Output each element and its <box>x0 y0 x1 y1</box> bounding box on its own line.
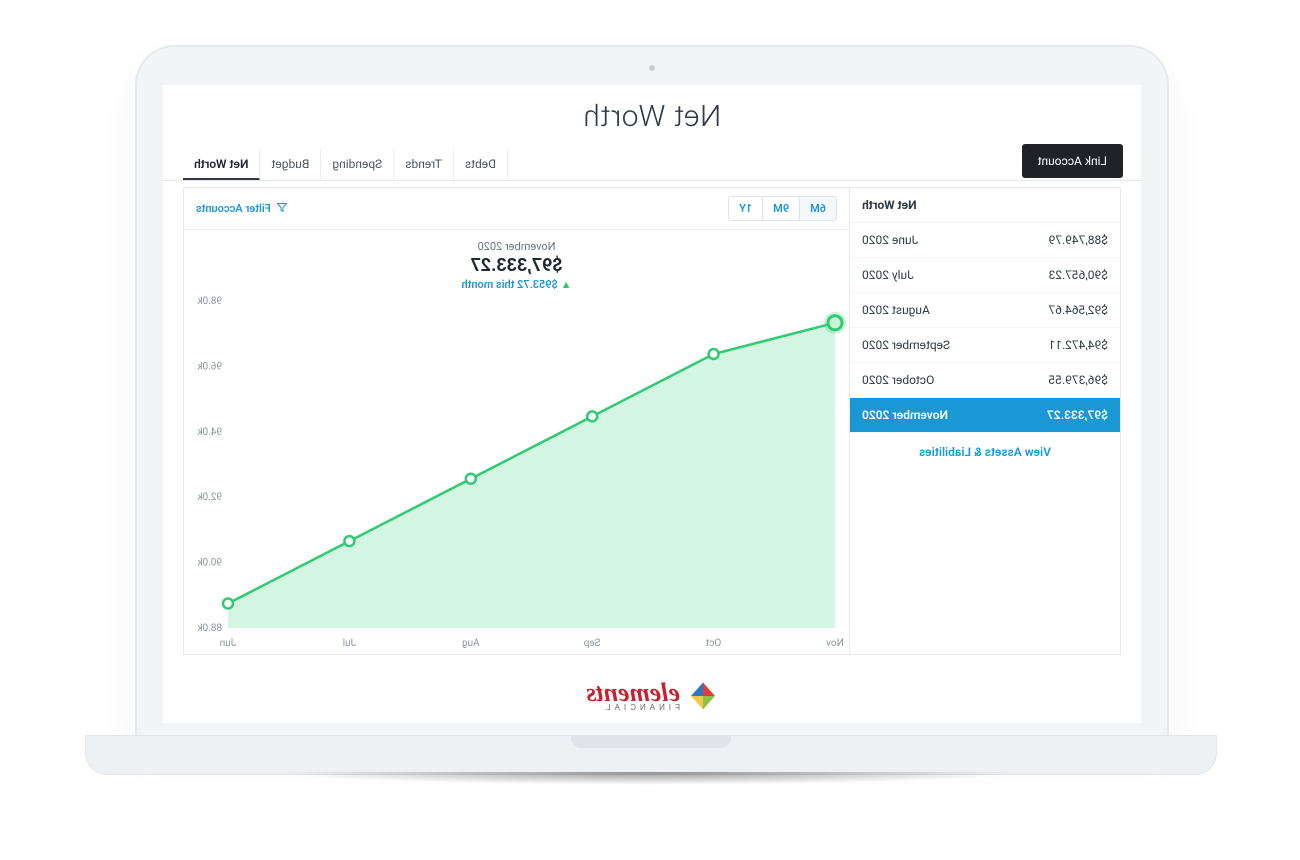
range-selector: 6M9M1Y <box>728 196 837 221</box>
svg-text:98.0k: 98.0k <box>197 296 222 307</box>
tab-budget[interactable]: Budget <box>260 149 321 180</box>
history-header: Net Worth <box>850 188 1120 223</box>
row-value: $92,564.67 <box>1049 303 1108 317</box>
footer-logo: elements FINANCIAL <box>163 669 1141 723</box>
range-9m[interactable]: 9M <box>763 197 800 220</box>
summary-delta-text: $953.72 this month <box>461 278 557 291</box>
chart-panel: 6M9M1Y Filter Accounts November 2020 $97… <box>184 188 849 654</box>
laptop-frame: Net Worth Link Account DebtsTrendsSpendi… <box>135 45 1169 739</box>
svg-text:94.0k: 94.0k <box>197 427 222 438</box>
logo-icon <box>688 681 718 711</box>
filter-icon <box>276 201 288 216</box>
summary-month: November 2020 <box>184 240 849 253</box>
row-label: August 2020 <box>862 303 930 317</box>
history-row[interactable]: $90,657.23 July 2020 <box>850 258 1120 293</box>
filter-accounts-link[interactable]: Filter Accounts <box>196 201 288 216</box>
up-arrow-icon: ▲ <box>561 278 572 291</box>
logo-subtext: FINANCIAL <box>586 704 680 711</box>
logo-text: elements FINANCIAL <box>586 681 680 712</box>
history-row[interactable]: $94,472.11 September 2020 <box>850 328 1120 363</box>
content-body: Net Worth $88,749.79 June 2020 $90,657.23 J… <box>183 187 1121 655</box>
row-label: June 2020 <box>862 233 918 247</box>
logo-brand: elements <box>586 681 680 704</box>
history-panel: Net Worth $88,749.79 June 2020 $90,657.23 J… <box>849 188 1120 654</box>
tab-net-worth[interactable]: Net Worth <box>183 149 260 180</box>
row-value: $90,657.23 <box>1049 268 1108 282</box>
page-title: Net Worth <box>163 85 1141 146</box>
row-value: $96,379.55 <box>1049 373 1108 387</box>
laptop-mockup: Net Worth Link Account DebtsTrendsSpendi… <box>0 0 1300 860</box>
history-row[interactable]: $97,333.27 November 2020 <box>850 398 1120 433</box>
summary-delta: ▲ $953.72 this month <box>184 278 849 291</box>
row-value: $97,333.27 <box>1047 408 1108 422</box>
screen-content: Net Worth Link Account DebtsTrendsSpendi… <box>163 85 1141 723</box>
history-rows: $88,749.79June 2020$90,657.23July 2020$9… <box>850 223 1120 433</box>
row-label: November 2020 <box>862 408 948 422</box>
history-row[interactable]: $96,379.55 October 2020 <box>850 363 1120 398</box>
row-value: $88,749.79 <box>1049 233 1108 247</box>
laptop-shadow <box>120 772 1180 802</box>
row-label: September 2020 <box>862 338 950 352</box>
link-account-button[interactable]: Link Account <box>1022 144 1123 178</box>
camera-dot <box>649 65 655 71</box>
filter-label: Filter Accounts <box>196 202 271 215</box>
view-assets-link[interactable]: View Assets & Liabilities <box>850 433 1120 471</box>
net-worth-chart[interactable]: 88.0k 90.0k 92.0k 94.0k 96.0k 98.0k Jun Jul Aug S… <box>184 295 849 654</box>
svg-text:Nov: Nov <box>826 638 844 649</box>
svg-text:96.0k: 96.0k <box>197 361 222 372</box>
range-6m[interactable]: 6M <box>800 197 836 220</box>
svg-text:92.0k: 92.0k <box>197 492 222 503</box>
svg-text:88.0k: 88.0k <box>197 623 222 634</box>
chart-controls: 6M9M1Y Filter Accounts <box>184 188 849 230</box>
row-value: $94,472.11 <box>1049 338 1108 352</box>
svg-text:Jun: Jun <box>220 638 237 649</box>
tab-trends[interactable]: Trends <box>394 149 454 180</box>
tab-spending[interactable]: Spending <box>321 149 394 180</box>
svg-text:Aug: Aug <box>462 638 480 649</box>
svg-text:Oct: Oct <box>706 638 721 649</box>
chart-summary: November 2020 $97,333.27 ▲ $953.72 this … <box>184 230 849 295</box>
tab-debts[interactable]: Debts <box>454 149 508 180</box>
nav-tabs: DebtsTrendsSpendingBudgetNet Worth <box>183 146 508 180</box>
range-1y[interactable]: 1Y <box>729 197 763 220</box>
laptop-base <box>85 735 1217 775</box>
history-row[interactable]: $88,749.79 June 2020 <box>850 223 1120 258</box>
history-row[interactable]: $92,564.67 August 2020 <box>850 293 1120 328</box>
toolbar: Link Account DebtsTrendsSpendingBudgetNe… <box>163 146 1141 181</box>
row-label: October 2020 <box>862 373 934 387</box>
svg-text:90.0k: 90.0k <box>197 558 222 569</box>
row-label: July 2020 <box>862 268 914 282</box>
svg-text:Jul: Jul <box>343 638 356 649</box>
svg-text:Sep: Sep <box>583 638 600 649</box>
summary-amount: $97,333.27 <box>184 255 849 276</box>
